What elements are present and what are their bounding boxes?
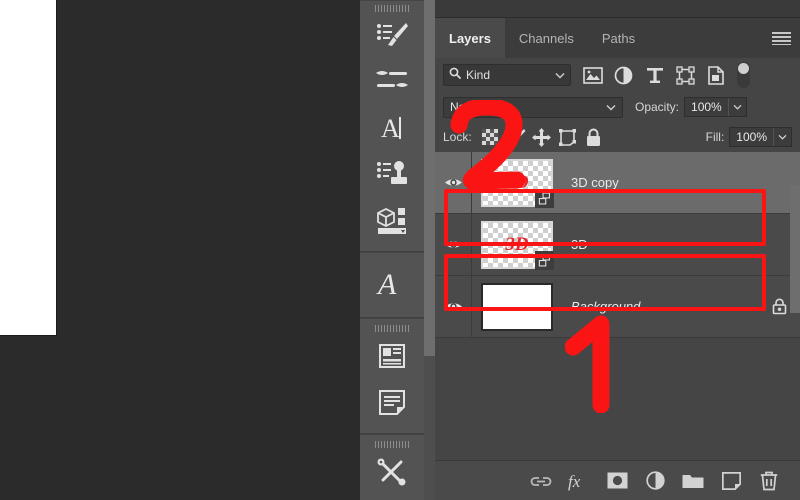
fx-icon[interactable]: fx (562, 464, 596, 498)
opacity-field[interactable]: 100% (684, 97, 747, 117)
dock-group-tools (360, 434, 424, 500)
brush-presets-icon[interactable] (360, 13, 424, 59)
adjustment-layer-icon[interactable] (638, 464, 672, 498)
notes-icon[interactable] (360, 379, 424, 425)
layers-list: 3D 3D copy 3D 3D Background (435, 152, 800, 428)
opacity-label: Opacity: (635, 100, 680, 114)
dock-group-glyphs: A (360, 252, 424, 318)
panel-menu-icon[interactable] (762, 18, 800, 58)
search-icon (449, 66, 461, 84)
lock-image-icon[interactable] (503, 124, 529, 150)
tab-channels[interactable]: Channels (505, 18, 588, 58)
layer-mask-icon[interactable] (600, 464, 634, 498)
chevron-down-icon (555, 66, 565, 84)
dock-grip[interactable] (360, 323, 424, 333)
smart-object-filter-icon[interactable] (701, 61, 732, 89)
fill-field[interactable]: 100% (729, 127, 792, 147)
layer-filter-row: Kind (435, 58, 800, 92)
link-layers-icon[interactable] (524, 464, 558, 498)
lock-artboard-icon[interactable] (555, 124, 581, 150)
brush-settings-icon[interactable] (360, 59, 424, 105)
dock-group-properties (360, 318, 424, 434)
layer-name: 3D copy (571, 175, 619, 190)
document-canvas[interactable] (0, 0, 57, 336)
panel-body: Kind Normal Opacity: 100% Lock: Fill: 10… (435, 58, 800, 428)
svg-text:A: A (381, 114, 400, 143)
3d-panel-icon[interactable] (360, 197, 424, 243)
canvas-workspace[interactable] (0, 0, 360, 500)
tab-paths[interactable]: Paths (588, 18, 649, 58)
layer-thumbnail[interactable]: 3D (481, 158, 554, 208)
photoshop-window: A A Layers Channels Paths Kind Normal Op… (0, 0, 800, 500)
layer-name: Background (571, 299, 641, 314)
tab-layers[interactable]: Layers (435, 18, 505, 58)
tool-presets-icon[interactable] (360, 449, 424, 495)
tab-channels-label: Channels (518, 30, 574, 46)
tab-layers-label: Layers (449, 30, 491, 46)
filter-icon-group (577, 61, 750, 89)
blend-mode-row: Normal Opacity: 100% (435, 92, 800, 122)
layers-bottom-toolbar: fx (435, 460, 800, 500)
chevron-down-icon[interactable] (773, 128, 791, 146)
kind-filter-select[interactable]: Kind (443, 64, 571, 86)
kind-filter-label: Kind (466, 68, 491, 82)
fill-value: 100% (736, 130, 767, 144)
adjustment-filter-icon[interactable] (608, 61, 639, 89)
tab-paths-label: Paths (601, 30, 636, 46)
dock-scrollbar-track[interactable] (424, 356, 435, 500)
layer-row[interactable]: Background (435, 276, 800, 338)
layer-visibility-toggle[interactable] (435, 214, 472, 275)
new-group-icon[interactable] (676, 464, 710, 498)
3d-badge-icon (535, 250, 554, 270)
opacity-value: 100% (691, 100, 722, 114)
chevron-down-icon (606, 98, 616, 116)
character-icon[interactable]: A (360, 105, 424, 151)
new-layer-icon[interactable] (714, 464, 748, 498)
panel-tabbar: Layers Channels Paths (435, 18, 800, 58)
delete-layer-icon[interactable] (752, 464, 786, 498)
type-filter-icon[interactable] (639, 61, 670, 89)
glyphs-icon[interactable]: A (360, 257, 424, 309)
layer-visibility-toggle[interactable] (435, 276, 472, 337)
layer-row[interactable]: 3D 3D copy (435, 152, 800, 214)
lock-label: Lock: (443, 130, 472, 144)
layer-name: 3D (571, 237, 588, 252)
dock-grip[interactable] (360, 3, 424, 13)
layers-panel: Layers Channels Paths Kind Normal Opacit… (435, 0, 800, 500)
fill-label: Fill: (705, 130, 725, 144)
layer-thumbnail[interactable] (481, 282, 553, 331)
chevron-down-icon[interactable] (727, 98, 746, 116)
svg-text:fx: fx (568, 472, 581, 491)
shape-filter-icon[interactable] (670, 61, 701, 89)
dock-group-brush: A (360, 0, 424, 252)
svg-text:A: A (376, 268, 397, 301)
lock-position-icon[interactable] (529, 124, 555, 150)
pixel-filter-icon[interactable] (577, 61, 608, 89)
lock-all-icon[interactable] (581, 124, 607, 150)
3d-badge-icon (535, 188, 554, 208)
dock-scrollbar-thumb[interactable] (424, 0, 435, 356)
tabbar-spacer (649, 18, 762, 58)
layer-thumbnail[interactable]: 3D (481, 220, 554, 270)
dock-grip[interactable] (360, 439, 424, 449)
layers-empty-area[interactable] (435, 338, 800, 428)
blend-mode-value: Normal (450, 100, 489, 114)
lock-transparency-icon[interactable] (477, 124, 503, 150)
layer-row[interactable]: 3D 3D (435, 214, 800, 276)
lock-row: Lock: Fill: 100% (435, 122, 800, 152)
tool-dock: A A (360, 0, 424, 500)
properties-icon[interactable] (360, 333, 424, 379)
panel-top-strip (435, 0, 800, 18)
layer-visibility-toggle[interactable] (435, 152, 472, 213)
clone-source-icon[interactable] (360, 151, 424, 197)
filter-toggle-switch[interactable] (737, 62, 750, 88)
layers-scrollbar[interactable] (790, 185, 800, 313)
blend-mode-select[interactable]: Normal (443, 96, 623, 118)
